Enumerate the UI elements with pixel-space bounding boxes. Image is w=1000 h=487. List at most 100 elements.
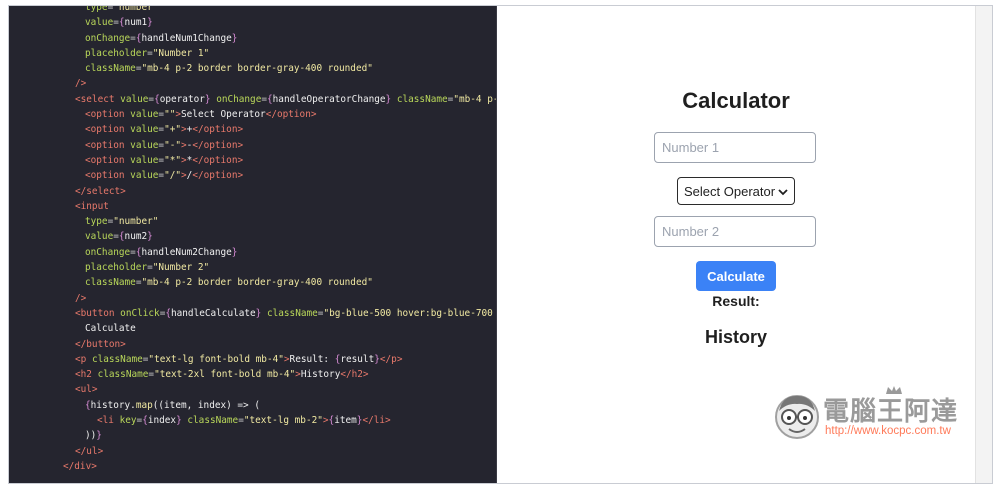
code-token: Select Operator (181, 109, 266, 121)
code-token: type (85, 216, 108, 228)
code-token: history. (90, 399, 136, 411)
code-token: </option> (265, 109, 317, 121)
code-token: handleNum1Change (141, 32, 232, 44)
code-token: "Number 1" (152, 47, 210, 59)
code-token: onChange (216, 93, 262, 105)
code-token: operator (159, 93, 205, 105)
code-token: <p (75, 353, 87, 365)
code-token: <h2 (75, 369, 92, 381)
code-token: onClick (120, 307, 160, 319)
code-line: <option value="+">+</option> (9, 122, 496, 137)
code-token: num2 (124, 231, 148, 243)
code-token: num1 (124, 17, 148, 29)
code-token: <input (75, 200, 109, 212)
code-token: ((item, index) => ( (152, 399, 260, 411)
code-line: value={num2} (9, 229, 496, 244)
code-token: <option (85, 154, 125, 166)
code-token: handleOperatorChange (272, 93, 386, 105)
code-token: } (96, 430, 102, 442)
code-token: )) (85, 430, 97, 442)
code-token: "" (164, 109, 176, 121)
code-token: </option> (192, 139, 244, 151)
code-line: </select> (9, 184, 496, 199)
code-token: value (130, 170, 159, 182)
code-token: handleNum2Change (141, 246, 232, 258)
code-token: "number" (113, 216, 159, 228)
code-token: Calculate (85, 323, 136, 335)
watermark-url: http://www.kocpc.com.tw (825, 425, 951, 437)
code-line: <option value="/">/</option> (9, 168, 496, 183)
code-token: <ul> (75, 384, 98, 396)
code-token: } (147, 231, 153, 243)
code-token: item (334, 415, 357, 427)
code-line: <h2 className="text-2xl font-bold mb-4">… (9, 367, 496, 382)
number-1-input[interactable] (654, 132, 816, 163)
operator-select[interactable]: Select Operator (677, 177, 795, 205)
calculate-button[interactable]: Calculate (696, 261, 776, 291)
result-label: Result: (712, 293, 760, 309)
code-token: } (231, 246, 238, 258)
code-token: <select (75, 93, 115, 105)
code-token: className (396, 93, 448, 105)
code-token: type (85, 6, 108, 13)
code-token: </p> (379, 353, 403, 365)
code-token: } (231, 32, 238, 44)
code-token: </select> (75, 185, 126, 197)
code-token: "*" (164, 154, 181, 166)
code-token: <button (75, 307, 115, 319)
code-line: placeholder="Number 2" (9, 260, 496, 275)
code-line: <ul> (9, 382, 496, 397)
code-line: </div> (9, 459, 496, 474)
code-token: "mb-4 p-2 border border-gray-400 rounded… (141, 277, 373, 289)
code-line: <option value="">Select Operator</option… (9, 107, 496, 122)
code-token: </option> (192, 124, 244, 136)
code-token: className (266, 307, 318, 319)
code-token: placeholder (85, 47, 148, 59)
code-token: } (147, 17, 153, 29)
code-token: Result: (289, 353, 335, 365)
code-token: placeholder (85, 262, 148, 274)
code-token: className (85, 277, 136, 289)
code-token: "+" (164, 124, 181, 136)
number-2-input[interactable] (654, 216, 816, 247)
code-token: <li (97, 415, 114, 427)
code-token: value (85, 231, 114, 243)
code-line: <input (9, 199, 496, 214)
code-line: <option value="-">-</option> (9, 138, 496, 153)
code-line: </button> (9, 337, 496, 352)
code-token: /> (75, 78, 87, 90)
code-token: onChange (85, 32, 131, 44)
code-token: "mb-4 p-2 border border-gray-400 rounded… (141, 63, 373, 75)
code-token: </h2> (340, 369, 369, 381)
code-token: <option (85, 124, 125, 136)
code-line: onChange={handleNum1Change} (9, 31, 496, 46)
code-line: className="mb-4 p-2 border border-gray-4… (9, 61, 496, 76)
code-token: "text-lg mb-2" (243, 415, 323, 427)
code-line: /> (9, 76, 496, 91)
code-line: <button onClick={handleCalculate} classN… (9, 306, 496, 321)
code-line: /> (9, 291, 496, 306)
code-line: value={num1} (9, 15, 496, 30)
code-token: handleCalculate (171, 307, 256, 319)
code-token: className (91, 353, 143, 365)
code-token: /> (75, 292, 87, 304)
chevron-down-icon (778, 184, 788, 199)
code-token: "mb-4 p-2 bo (453, 93, 496, 105)
code-line: <li key={index} className="text-lg mb-2"… (9, 413, 496, 428)
code-token: className (85, 63, 136, 75)
code-token: map (135, 399, 153, 411)
code-line: className="mb-4 p-2 border border-gray-4… (9, 275, 496, 290)
code-token: </button> (75, 338, 126, 350)
code-token: "number" (113, 6, 159, 13)
page-title: Calculator (682, 88, 790, 113)
code-token: result (340, 353, 375, 365)
code-token: <option (85, 109, 125, 121)
code-token: </div> (63, 460, 97, 472)
code-token: value (85, 17, 114, 29)
code-line: <p className="text-lg font-bold mb-4">Re… (9, 352, 496, 367)
watermark-name: 電腦王阿達 (823, 397, 959, 427)
code-line: <select value={operator} onChange={handl… (9, 92, 496, 107)
code-editor[interactable]: type="number" value={num1} onChange={handl… (9, 6, 496, 483)
code-token: value (120, 93, 149, 105)
code-token: "Number 2" (152, 262, 210, 274)
